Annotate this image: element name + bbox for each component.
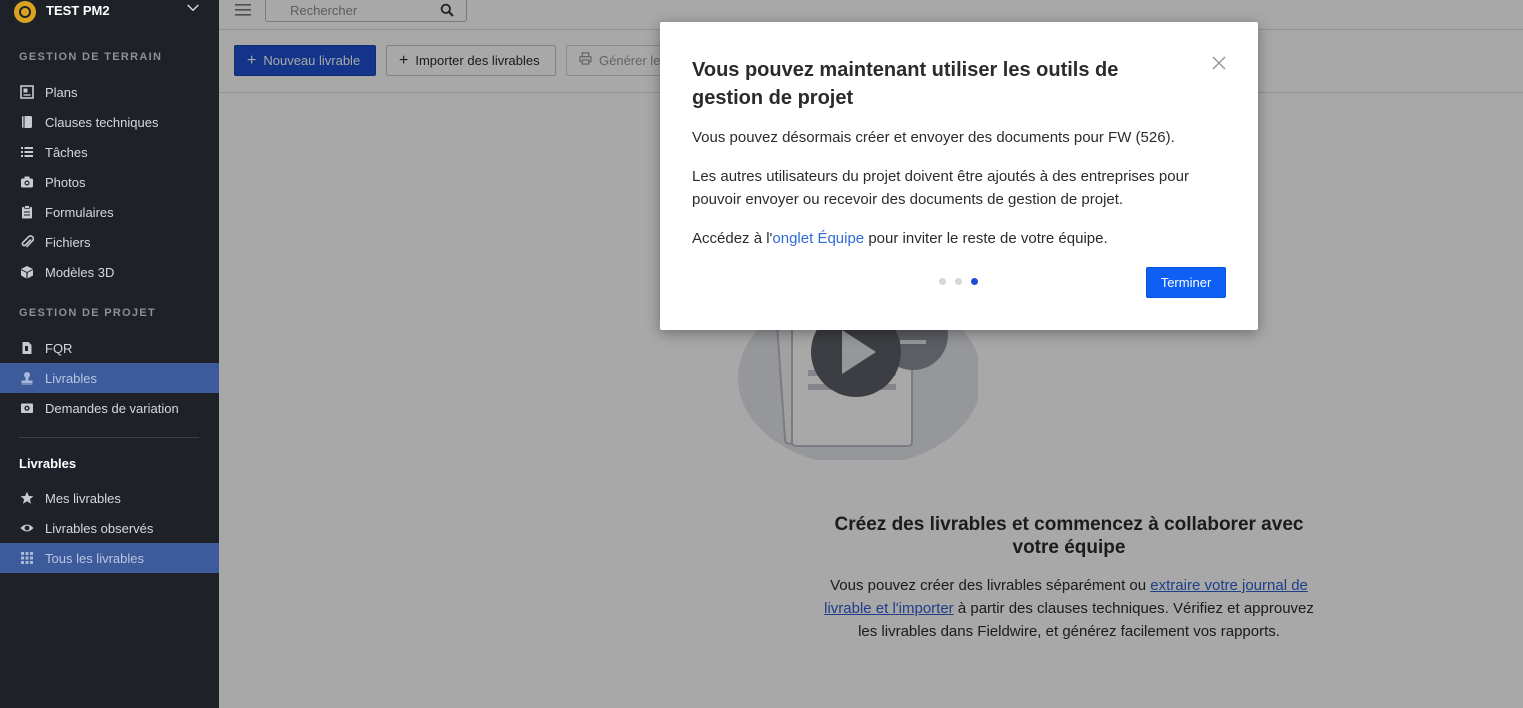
paperclip-icon — [19, 235, 34, 250]
stamp-icon — [19, 371, 34, 386]
section-title-project: GESTION DE PROJET — [19, 307, 157, 319]
sidebar-item-all-submittals[interactable]: Tous les livrables — [0, 543, 219, 573]
finish-button[interactable]: Terminer — [1146, 267, 1226, 298]
camera-icon — [19, 175, 34, 190]
list-icon — [19, 145, 34, 160]
sidebar-item-label: Modèles 3D — [45, 264, 115, 280]
cube-icon — [19, 265, 34, 280]
sidebar-item-label: Demandes de variation — [45, 400, 179, 416]
sidebar-item-rfi[interactable]: FQR — [0, 333, 219, 363]
sidebar-item-my-submittals[interactable]: Mes livrables — [0, 483, 219, 513]
step-dot-active[interactable] — [971, 278, 978, 285]
modal-p3-after: pour inviter le reste de votre équipe. — [864, 230, 1108, 247]
chevron-down-icon[interactable] — [187, 2, 199, 14]
document-icon — [19, 341, 34, 356]
plans-icon — [19, 85, 34, 100]
project-name: TEST PM2 — [46, 2, 110, 18]
team-tab-link[interactable]: onglet Équipe — [772, 230, 864, 247]
star-icon — [19, 491, 34, 506]
sidebar-item-submittals[interactable]: Livrables — [0, 363, 219, 393]
modal-title: Vous pouvez maintenant utiliser les outi… — [692, 59, 1119, 109]
onboarding-modal: Vous pouvez maintenant utiliser les outi… — [660, 22, 1258, 330]
sidebar-divider — [19, 437, 199, 438]
sidebar-item-label: FQR — [45, 340, 73, 356]
sidebar-item-files[interactable]: Fichiers — [0, 227, 219, 257]
modal-paragraph-2: Les autres utilisateurs du projet doiven… — [692, 168, 1189, 208]
sidebar-item-photos[interactable]: Photos — [0, 167, 219, 197]
sidebar-item-label: Clauses techniques — [45, 114, 159, 130]
sidebar-item-label: Tâches — [45, 144, 88, 160]
step-dot[interactable] — [939, 278, 946, 285]
sidebar: TEST PM2 GESTION DE TERRAIN Plans Clause… — [0, 0, 219, 708]
sidebar-item-forms[interactable]: Formulaires — [0, 197, 219, 227]
project-logo-icon — [14, 1, 36, 23]
sidebar-item-tasks[interactable]: Tâches — [0, 137, 219, 167]
sidebar-item-change-orders[interactable]: Demandes de variation — [0, 393, 219, 423]
sidebar-item-label: Photos — [45, 174, 86, 190]
sidebar-item-label: Mes livrables — [45, 490, 121, 506]
modal-paragraph-1: Vous pouvez désormais créer et envoyer d… — [692, 129, 1175, 146]
sidebar-item-watched[interactable]: Livrables observés — [0, 513, 219, 543]
change-order-icon — [19, 401, 34, 416]
subsection-title: Livrables — [19, 456, 77, 471]
sidebar-item-label: Livrables — [45, 370, 98, 386]
sidebar-item-label: Livrables observés — [45, 520, 154, 536]
sidebar-item-3d-models[interactable]: Modèles 3D — [0, 257, 219, 287]
sidebar-item-label: Tous les livrables — [45, 550, 144, 566]
modal-p3-before: Accédez à l' — [692, 230, 773, 247]
sidebar-item-label: Formulaires — [45, 204, 114, 220]
sidebar-item-specs[interactable]: Clauses techniques — [0, 107, 219, 137]
grid-icon — [19, 551, 34, 566]
modal-paragraph-3: Accédez à l'onglet Équipe pour inviter l… — [692, 227, 1226, 250]
close-icon[interactable] — [1212, 56, 1226, 70]
section-title-field: GESTION DE TERRAIN — [19, 51, 163, 63]
book-icon — [19, 115, 34, 130]
step-dot[interactable] — [955, 278, 962, 285]
sidebar-item-label: Fichiers — [45, 234, 91, 250]
eye-icon — [19, 521, 34, 536]
sidebar-item-plans[interactable]: Plans — [0, 77, 219, 107]
sidebar-item-label: Plans — [45, 84, 78, 100]
step-indicator — [939, 278, 978, 285]
clipboard-icon — [19, 205, 34, 220]
project-selector[interactable]: TEST PM2 — [0, 0, 219, 30]
